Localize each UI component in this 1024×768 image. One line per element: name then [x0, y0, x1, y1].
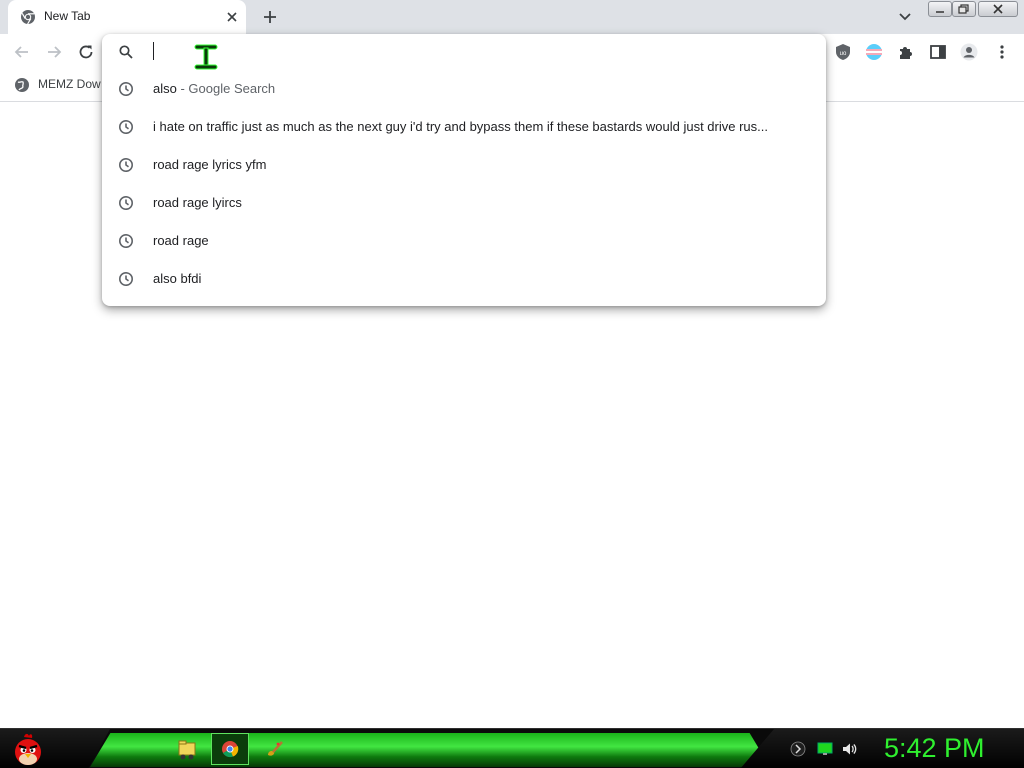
restore-icon	[958, 4, 969, 14]
minimize-button[interactable]	[928, 1, 952, 17]
profile-icon[interactable]	[960, 43, 978, 61]
chevron-down-icon[interactable]	[896, 9, 914, 25]
new-tab-plus-icon[interactable]	[260, 7, 280, 27]
tab-new-tab[interactable]: New Tab	[8, 0, 246, 34]
ibeam-cursor-icon	[194, 44, 218, 70]
suggestion-item[interactable]: road rage lyircs	[102, 184, 826, 222]
suggestion-suffix: - Google Search	[176, 81, 276, 96]
close-icon	[993, 4, 1003, 14]
history-icon	[119, 120, 133, 134]
history-icon	[119, 82, 133, 96]
taskbar-file-manager[interactable]	[168, 733, 206, 765]
omnibox-dropdown: also - Google Search i hate on traffic j…	[102, 34, 826, 306]
svg-text:uo: uo	[840, 51, 847, 57]
more-icon[interactable]	[993, 43, 1011, 61]
history-icon	[119, 234, 133, 248]
text-caret	[153, 42, 154, 60]
reload-icon[interactable]	[77, 43, 95, 61]
bookmark-memz[interactable]: MEMZ Dow	[38, 77, 101, 91]
suggestion-text: also	[153, 81, 177, 96]
side-panel-icon[interactable]	[929, 43, 947, 61]
suggestion-text: also bfdi	[153, 271, 202, 286]
suggestion-text: road rage lyrics yfm	[153, 157, 267, 172]
paint-icon	[268, 741, 283, 756]
back-arrow-icon[interactable]	[13, 43, 31, 61]
forward-arrow-icon[interactable]	[45, 43, 63, 61]
globe-icon	[15, 78, 29, 92]
suggestion-text: road rage lyircs	[153, 195, 242, 210]
flag-extension-icon[interactable]	[865, 43, 883, 61]
ghost-icon[interactable]	[790, 741, 806, 757]
suggestion-item[interactable]: i hate on traffic just as much as the ne…	[102, 108, 826, 146]
screen: New Tab uo MEMZ Dow also - Google Search…	[0, 0, 1024, 768]
network-icon[interactable]	[817, 741, 833, 757]
suggestion-item[interactable]: road rage	[102, 222, 826, 260]
suggestion-text: road rage	[153, 233, 209, 248]
volume-icon[interactable]	[841, 741, 857, 757]
suggestion-item[interactable]: road rage lyrics yfm	[102, 146, 826, 184]
tab-title: New Tab	[44, 9, 91, 23]
chrome-icon	[222, 741, 239, 758]
ublock-icon[interactable]: uo	[834, 43, 852, 61]
chrome-icon	[21, 10, 35, 25]
history-icon	[119, 272, 133, 286]
taskbar-paint[interactable]	[256, 733, 294, 765]
close-window-button[interactable]	[978, 1, 1018, 17]
start-button-angry-bird-icon[interactable]	[10, 731, 46, 767]
maximize-button[interactable]	[952, 1, 976, 17]
address-input[interactable]	[152, 40, 792, 64]
taskbar: 5:42 PM	[0, 728, 1024, 768]
search-icon	[119, 45, 133, 59]
history-icon	[119, 158, 133, 172]
taskbar-chrome[interactable]	[211, 733, 249, 765]
minimize-icon	[936, 11, 944, 13]
tab-strip: New Tab	[0, 0, 1024, 34]
close-icon[interactable]	[224, 9, 240, 25]
file-manager-icon	[178, 740, 196, 760]
taskbar-clock[interactable]: 5:42 PM	[884, 733, 985, 764]
suggestion-item[interactable]: also - Google Search	[102, 70, 826, 108]
suggestion-text: i hate on traffic just as much as the ne…	[153, 119, 768, 134]
suggestion-item[interactable]: also bfdi	[102, 260, 826, 298]
puzzle-icon[interactable]	[897, 43, 915, 61]
history-icon	[119, 196, 133, 210]
